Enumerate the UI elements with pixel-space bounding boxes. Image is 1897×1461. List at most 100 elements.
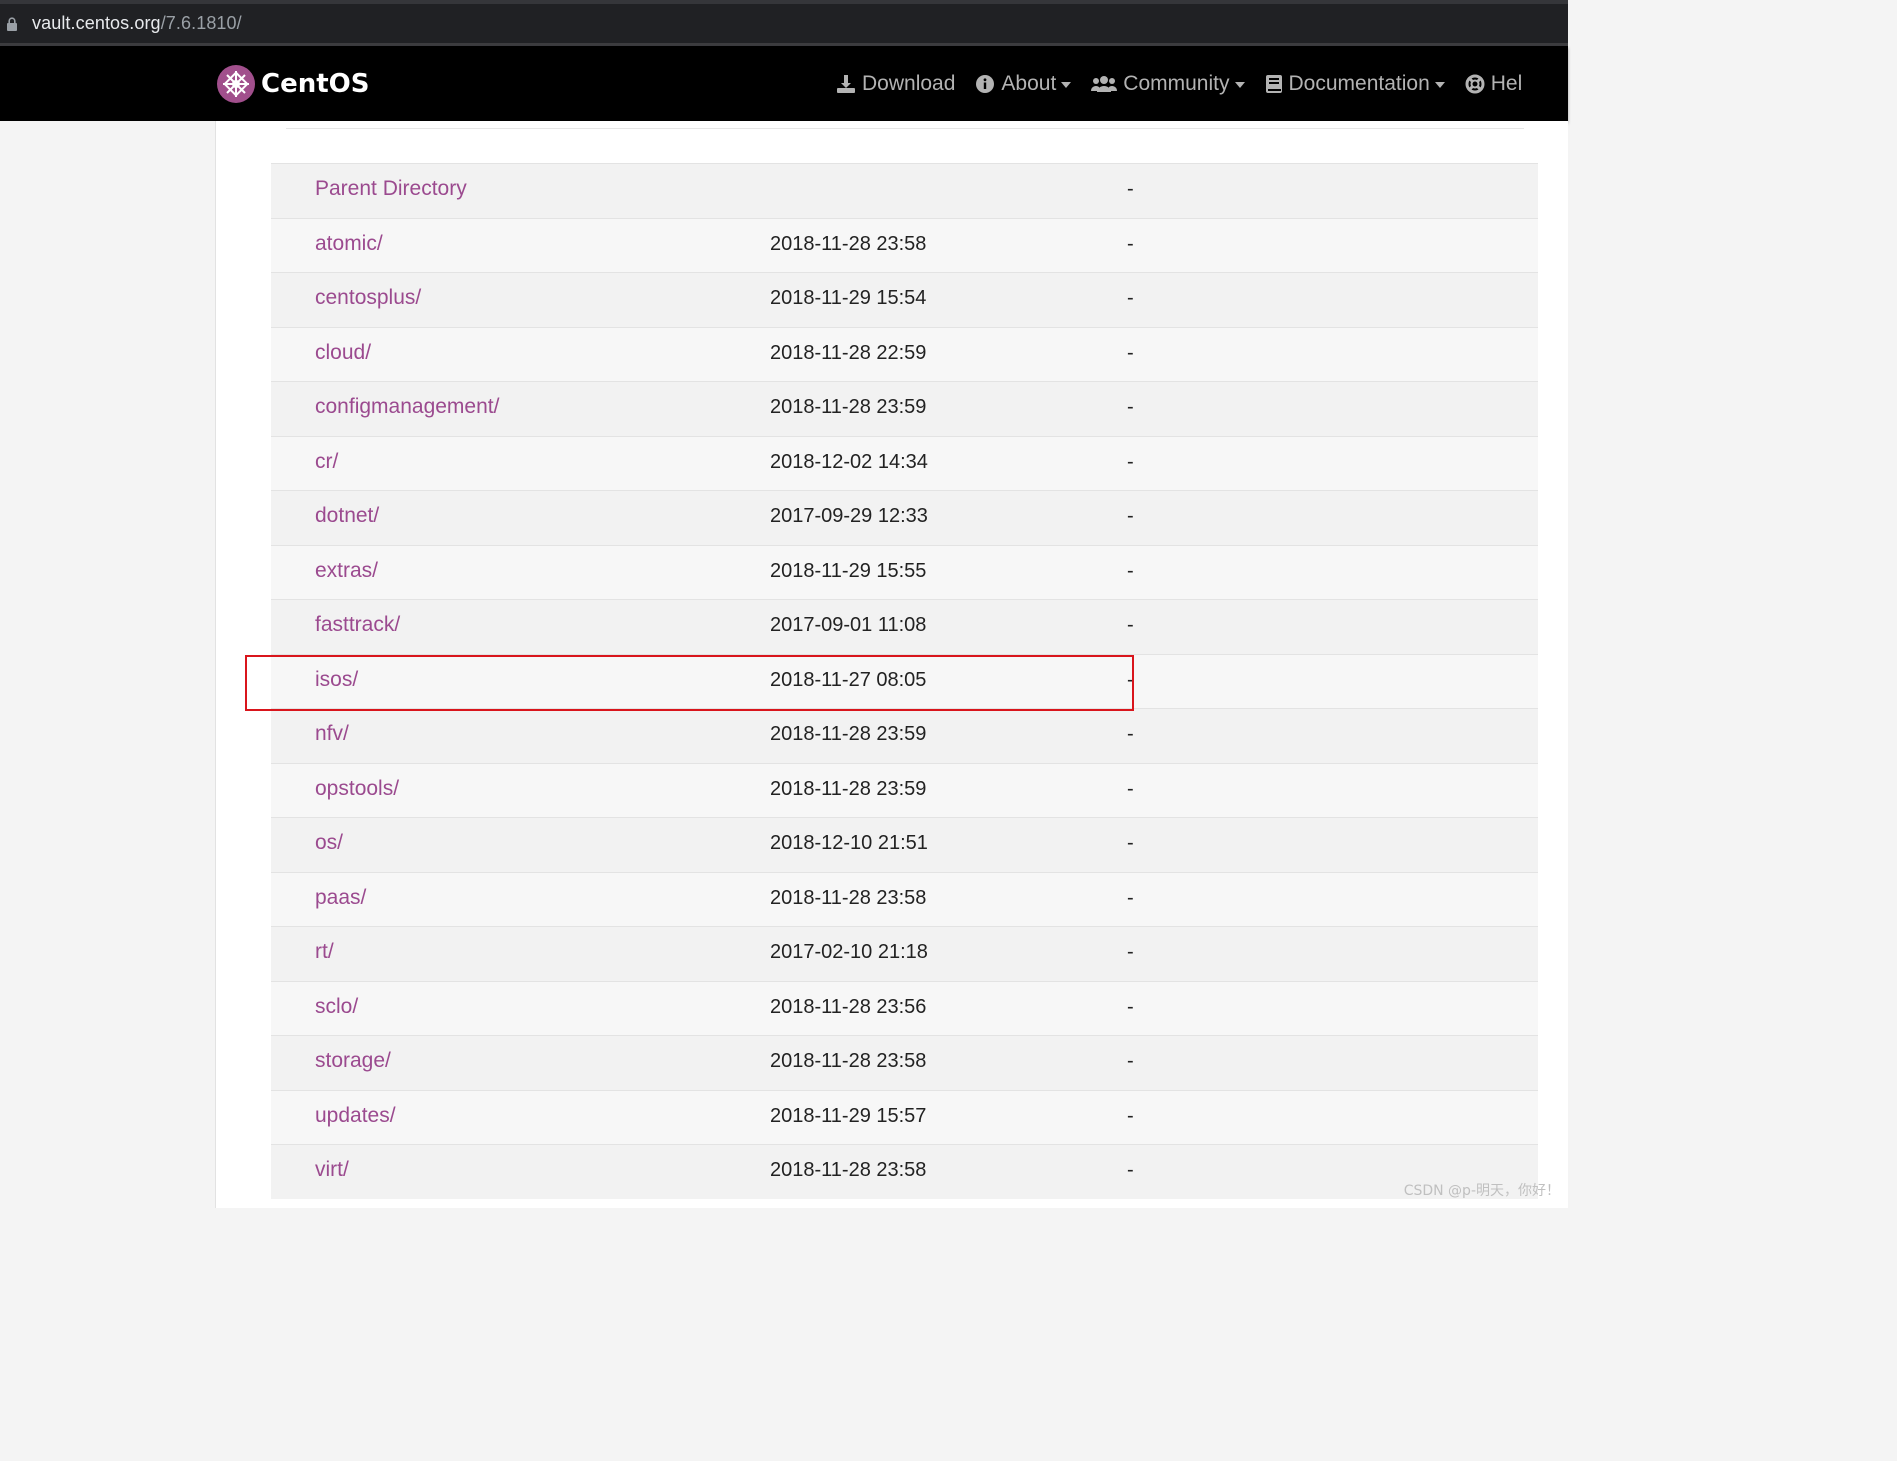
modified-date: 2018-11-28 23:59: [770, 723, 927, 745]
top-navbar: CentOS Download About Community Document…: [0, 46, 1568, 121]
nav-about[interactable]: About: [975, 72, 1072, 96]
url-text[interactable]: vault.centos.org/7.6.1810/: [32, 13, 242, 34]
modified-date: 2017-09-29 12:33: [770, 505, 928, 527]
modified-date: 2017-02-10 21:18: [770, 941, 928, 963]
file-size: -: [1127, 886, 1134, 909]
modified-date: 2017-09-01 11:08: [770, 614, 927, 636]
directory-link[interactable]: nfv/: [315, 722, 349, 746]
nav-community[interactable]: Community: [1091, 72, 1245, 96]
nav-download-label: Download: [862, 72, 956, 95]
divider: [286, 128, 1524, 129]
table-row: os/ 2018-12-10 21:51 -: [271, 817, 1538, 872]
lock-icon: [7, 17, 17, 31]
file-size: -: [1127, 505, 1134, 527]
chevron-down-icon: [1061, 82, 1072, 88]
table-row: rt/ 2017-02-10 21:18 -: [271, 926, 1538, 981]
table-row: updates/ 2018-11-29 15:57 -: [271, 1089, 1538, 1144]
modified-date: 2018-11-29 15:54: [770, 287, 927, 309]
nav-documentation[interactable]: Documentation: [1265, 72, 1445, 96]
table-row: configmanagement/ 2018-11-28 23:59 -: [271, 381, 1538, 436]
table-row: sclo/ 2018-11-28 23:56 -: [271, 980, 1538, 1035]
table-row: nfv/ 2018-11-28 23:59 -: [271, 708, 1538, 763]
file-size: -: [1127, 723, 1134, 745]
file-size: -: [1127, 777, 1134, 800]
url-host: vault.centos.org: [32, 13, 161, 33]
nav-documentation-label: Documentation: [1288, 72, 1430, 95]
file-size: -: [1127, 341, 1134, 364]
file-size: -: [1127, 832, 1134, 854]
directory-link[interactable]: updates/: [315, 1104, 396, 1128]
brand[interactable]: CentOS: [216, 63, 369, 105]
file-size: -: [1127, 995, 1134, 1018]
directory-link[interactable]: cr/: [315, 450, 338, 474]
directory-link-isos[interactable]: isos/: [315, 668, 358, 692]
directory-link[interactable]: extras/: [315, 559, 378, 583]
directory-link[interactable]: os/: [315, 831, 343, 855]
file-size: -: [1127, 668, 1134, 691]
modified-date: 2018-11-28 23:59: [770, 396, 927, 418]
modified-date: 2018-11-29 15:55: [770, 559, 927, 582]
modified-date: 2018-11-28 22:59: [770, 341, 927, 364]
file-size: -: [1127, 287, 1134, 309]
modified-date: 2018-12-10 21:51: [770, 832, 928, 854]
nav-links: Download About Community Documentation H…: [836, 70, 1542, 98]
table-row: extras/ 2018-11-29 15:55 -: [271, 544, 1538, 599]
file-size: -: [1127, 396, 1134, 418]
directory-link[interactable]: cloud/: [315, 341, 371, 365]
file-size: -: [1127, 232, 1134, 255]
file-size: -: [1127, 178, 1134, 200]
centos-logo-icon: [217, 65, 255, 103]
directory-link[interactable]: virt/: [315, 1158, 349, 1182]
nav-about-label: About: [1001, 72, 1057, 95]
directory-link[interactable]: storage/: [315, 1049, 391, 1073]
directory-link[interactable]: paas/: [315, 886, 366, 910]
modified-date: 2018-12-02 14:34: [770, 450, 928, 473]
directory-link[interactable]: configmanagement/: [315, 395, 499, 419]
table-row: virt/ 2018-11-28 23:58 -: [271, 1144, 1538, 1199]
table-row: fasttrack/ 2017-09-01 11:08 -: [271, 599, 1538, 654]
left-gutter: [0, 121, 216, 1208]
table-row: storage/ 2018-11-28 23:58 -: [271, 1035, 1538, 1090]
table-row: cr/ 2018-12-02 14:34 -: [271, 435, 1538, 490]
info-icon: [976, 75, 995, 93]
modified-date: 2018-11-28 23:58: [770, 1050, 927, 1072]
file-size: -: [1127, 941, 1134, 963]
users-icon: [1091, 76, 1118, 92]
table-row: paas/ 2018-11-28 23:58 -: [271, 871, 1538, 926]
url-path: /7.6.1810/: [160, 13, 242, 33]
modified-date: 2018-11-28 23:58: [770, 886, 927, 909]
modified-date: 2018-11-28 23:58: [770, 1159, 927, 1181]
chevron-down-icon: [1434, 82, 1445, 88]
directory-link[interactable]: rt/: [315, 940, 334, 964]
file-size: -: [1127, 450, 1134, 473]
life-ring-icon: [1465, 74, 1485, 94]
directory-link[interactable]: centosplus/: [315, 286, 421, 310]
table-row: opstools/ 2018-11-28 23:59 -: [271, 762, 1538, 817]
nav-community-label: Community: [1123, 72, 1230, 95]
parent-directory-link[interactable]: Parent Directory: [315, 177, 467, 201]
directory-link[interactable]: sclo/: [315, 995, 358, 1019]
nav-help[interactable]: Hel: [1465, 72, 1523, 96]
book-icon: [1265, 75, 1282, 93]
directory-link[interactable]: atomic/: [315, 232, 383, 256]
directory-link[interactable]: opstools/: [315, 777, 399, 801]
directory-link[interactable]: fasttrack/: [315, 613, 400, 637]
table-row: Parent Directory -: [271, 163, 1538, 218]
file-size: -: [1127, 1104, 1134, 1127]
table-row-isos: isos/ 2018-11-27 08:05 -: [271, 653, 1538, 708]
file-size: -: [1127, 1159, 1134, 1181]
nav-download[interactable]: Download: [836, 72, 955, 96]
modified-date: 2018-11-27 08:05: [770, 668, 927, 691]
file-size: -: [1127, 559, 1134, 582]
download-icon: [837, 75, 855, 93]
browser-address-bar[interactable]: vault.centos.org/7.6.1810/: [0, 0, 1568, 46]
table-row: dotnet/ 2017-09-29 12:33 -: [271, 490, 1538, 545]
file-size: -: [1127, 614, 1134, 636]
modified-date: 2018-11-29 15:57: [770, 1104, 927, 1127]
directory-link[interactable]: dotnet/: [315, 504, 379, 528]
table-row: atomic/ 2018-11-28 23:58 -: [271, 217, 1538, 272]
modified-date: 2018-11-28 23:58: [770, 232, 927, 255]
directory-listing: Parent Directory - atomic/ 2018-11-28 23…: [271, 163, 1538, 1199]
main-content: Parent Directory - atomic/ 2018-11-28 23…: [216, 121, 1568, 1208]
nav-help-label: Hel: [1490, 72, 1523, 95]
